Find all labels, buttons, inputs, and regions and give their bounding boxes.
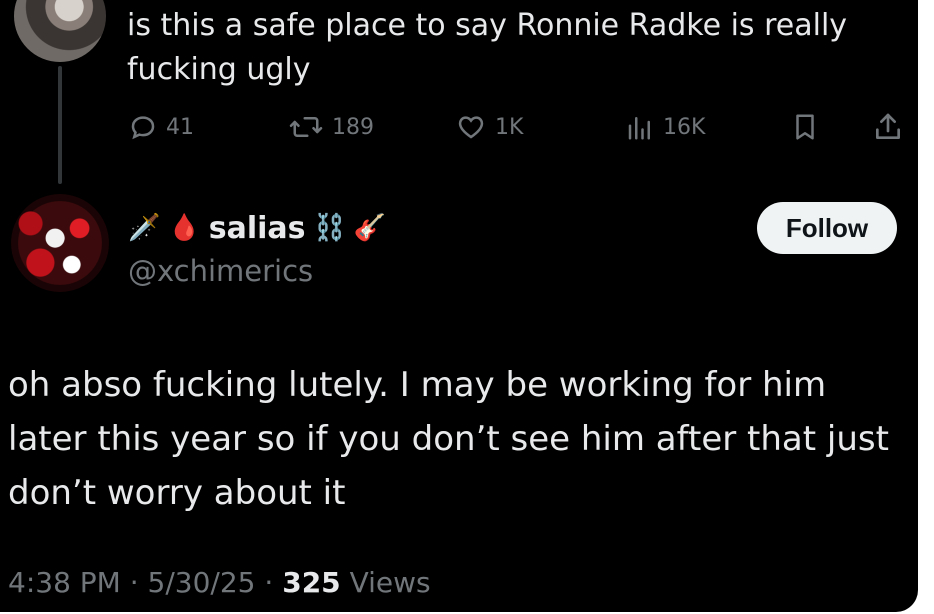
action-bar: 41 189 1K 16K (0, 108, 918, 148)
post-date[interactable]: 5/30/25 (148, 566, 256, 599)
like-button[interactable]: 1K (455, 108, 523, 146)
post-metadata: 4:38 PM · 5/30/25 · 325 Views (8, 566, 431, 599)
heart-icon (455, 112, 487, 142)
share-button[interactable] (872, 108, 904, 146)
repost-button[interactable]: 189 (288, 108, 374, 146)
bookmark-icon (790, 111, 820, 143)
like-count: 1K (495, 114, 524, 140)
parent-post-text: is this a safe place to say Ronnie Radke… (127, 8, 848, 87)
separator-dot: · (264, 566, 283, 599)
share-icon (872, 111, 904, 143)
reply-button[interactable]: 41 (128, 108, 194, 146)
reply-count: 41 (166, 114, 194, 140)
parent-avatar[interactable] (14, 0, 106, 62)
views-count: 325 (282, 566, 341, 599)
reply-post-text: oh abso fucking lutely. I may be working… (8, 365, 889, 513)
analytics-icon (625, 112, 655, 142)
user-handle[interactable]: @xchimerics (128, 254, 313, 288)
repost-icon (288, 112, 324, 142)
repost-count: 189 (332, 114, 374, 140)
views-label: Views (349, 566, 431, 599)
separator-dot: · (129, 566, 148, 599)
guitar-icon: 🎸 (353, 213, 387, 243)
post-time[interactable]: 4:38 PM (8, 566, 121, 599)
bookmark-button[interactable] (790, 108, 820, 146)
display-name[interactable]: salias (209, 211, 306, 246)
chains-icon: ⛓️ (313, 213, 346, 243)
blood-drop-icon: 🩸 (168, 213, 201, 243)
reply-icon (128, 112, 158, 142)
post-frame: is this a safe place to say Ronnie Radke… (0, 0, 918, 612)
dagger-icon: 🗡️ (128, 213, 161, 243)
views-button[interactable]: 16K (625, 108, 705, 146)
view-count: 16K (663, 114, 706, 140)
author-name-row[interactable]: 🗡️ 🩸 salias ⛓️ 🎸 (128, 204, 386, 252)
reply-avatar[interactable] (11, 194, 109, 292)
follow-button[interactable]: Follow (757, 202, 897, 254)
